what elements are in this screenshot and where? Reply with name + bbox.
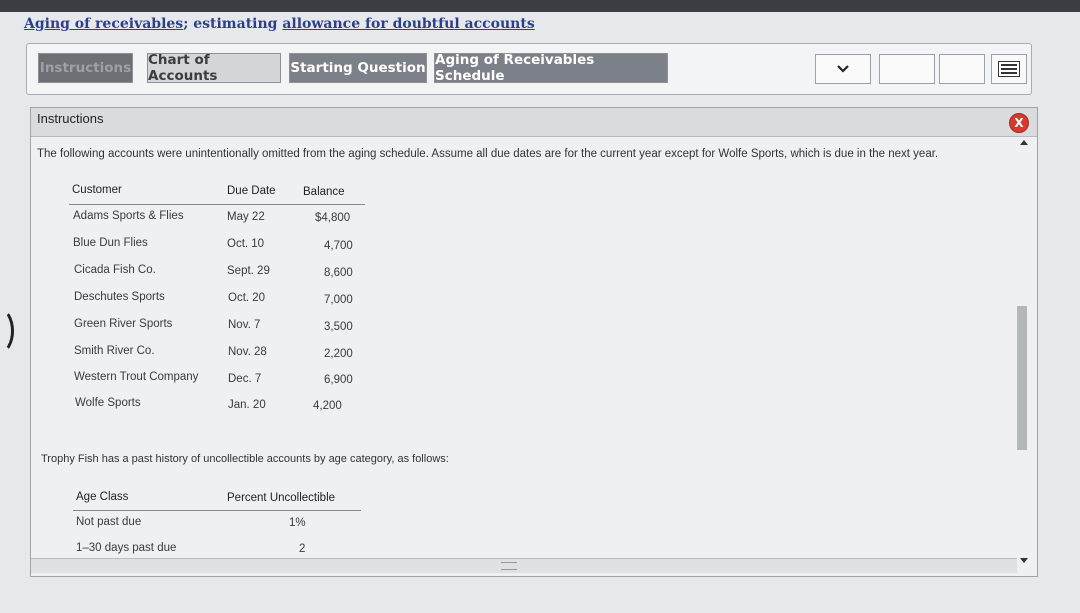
table-row-customer: Cicada Fish Co.: [74, 264, 156, 276]
table-row-balance: 8,600: [324, 267, 353, 279]
tab-aging-of-receivables-schedule[interactable]: Aging of Receivables Schedule: [434, 52, 668, 84]
scroll-up-icon[interactable]: [1020, 140, 1028, 145]
title-separator: ; estimating: [183, 16, 283, 32]
table-row-customer: Adams Sports & Flies: [73, 210, 184, 222]
instructions-panel: Instructions X The following accounts we…: [30, 107, 1038, 577]
tab-instructions[interactable]: Instructions: [38, 53, 133, 83]
list-item-age-class: 1–30 days past due: [76, 542, 177, 554]
table-row-balance: 3,500: [324, 321, 353, 333]
list-item-percent: 1%: [289, 517, 306, 529]
scroll-thumb[interactable]: [1017, 306, 1027, 450]
list-item-percent: 2: [299, 543, 306, 555]
table-row-due-date: Nov. 7: [228, 319, 261, 331]
panel-title: Instructions: [37, 111, 104, 126]
table-row-due-date: Oct. 10: [227, 238, 265, 250]
col-header-age-class: Age Class: [76, 491, 129, 503]
panel-resize-bar[interactable]: [31, 558, 1017, 573]
table-row-due-date: Nov. 28: [228, 346, 267, 358]
partial-circle-decoration: [0, 308, 14, 354]
menu-icon: [998, 61, 1020, 77]
table-row-due-date: May 22: [227, 211, 265, 223]
header-divider: [69, 204, 365, 205]
scroll-down-icon[interactable]: [1020, 558, 1028, 563]
menu-button[interactable]: [991, 54, 1027, 84]
table-row-balance: 4,700: [324, 240, 353, 252]
close-button[interactable]: X: [1009, 113, 1029, 133]
title-link-aging[interactable]: Aging of receivables: [24, 16, 183, 32]
tab-bar: Instructions Chart of Accounts Starting …: [26, 43, 1032, 95]
table-row-customer: Western Trout Company: [74, 371, 199, 383]
grip-icon[interactable]: [501, 562, 517, 570]
close-icon: X: [1014, 116, 1024, 130]
table-row-customer: Blue Dun Flies: [73, 237, 148, 249]
col-header-due-date: Due Date: [227, 185, 276, 197]
browser-top-bar: [0, 0, 1080, 12]
list-item-age-class: Not past due: [76, 516, 142, 528]
table-row-customer: Green River Sports: [74, 318, 173, 330]
table-row-due-date: Sept. 29: [227, 265, 270, 277]
tab-chart-of-accounts[interactable]: Chart of Accounts: [147, 52, 281, 84]
history-intro-text: Trophy Fish has a past history of uncoll…: [41, 453, 449, 465]
table-row-customer: Deschutes Sports: [74, 291, 165, 303]
vertical-scrollbar[interactable]: [1017, 138, 1033, 574]
intro-text: The following accounts were unintentiona…: [37, 148, 939, 160]
table-row-due-date: Dec. 7: [228, 373, 262, 385]
title-link-allowance[interactable]: allowance for doubtful accounts: [282, 16, 534, 32]
col-header-balance: Balance: [303, 186, 345, 198]
table-row-customer: Wolfe Sports: [75, 397, 141, 409]
table-row-due-date: Oct. 20: [228, 292, 266, 304]
nav-slot-1[interactable]: [879, 54, 935, 84]
panel-header: Instructions X: [31, 108, 1037, 137]
table-row-balance: 6,900: [324, 374, 353, 386]
page-title: Aging of receivables; estimating allowan…: [24, 16, 535, 32]
table-row-due-date: Jan. 20: [228, 399, 266, 411]
chevron-down-icon: [837, 65, 849, 73]
table-row-balance: 2,200: [324, 348, 353, 360]
table-row-balance: 4,200: [313, 400, 342, 412]
age-header-divider: [73, 510, 361, 511]
col-header-percent-uncollectible: Percent Uncollectible: [227, 492, 336, 504]
col-header-customer: Customer: [72, 184, 122, 196]
table-row-customer: Smith River Co.: [74, 345, 155, 357]
nav-slot-2[interactable]: [939, 54, 985, 84]
tab-starting-question[interactable]: Starting Question: [289, 53, 427, 83]
table-row-balance: $4,800: [315, 212, 351, 224]
table-row-balance: 7,000: [324, 294, 353, 306]
dropdown-button[interactable]: [815, 54, 871, 84]
